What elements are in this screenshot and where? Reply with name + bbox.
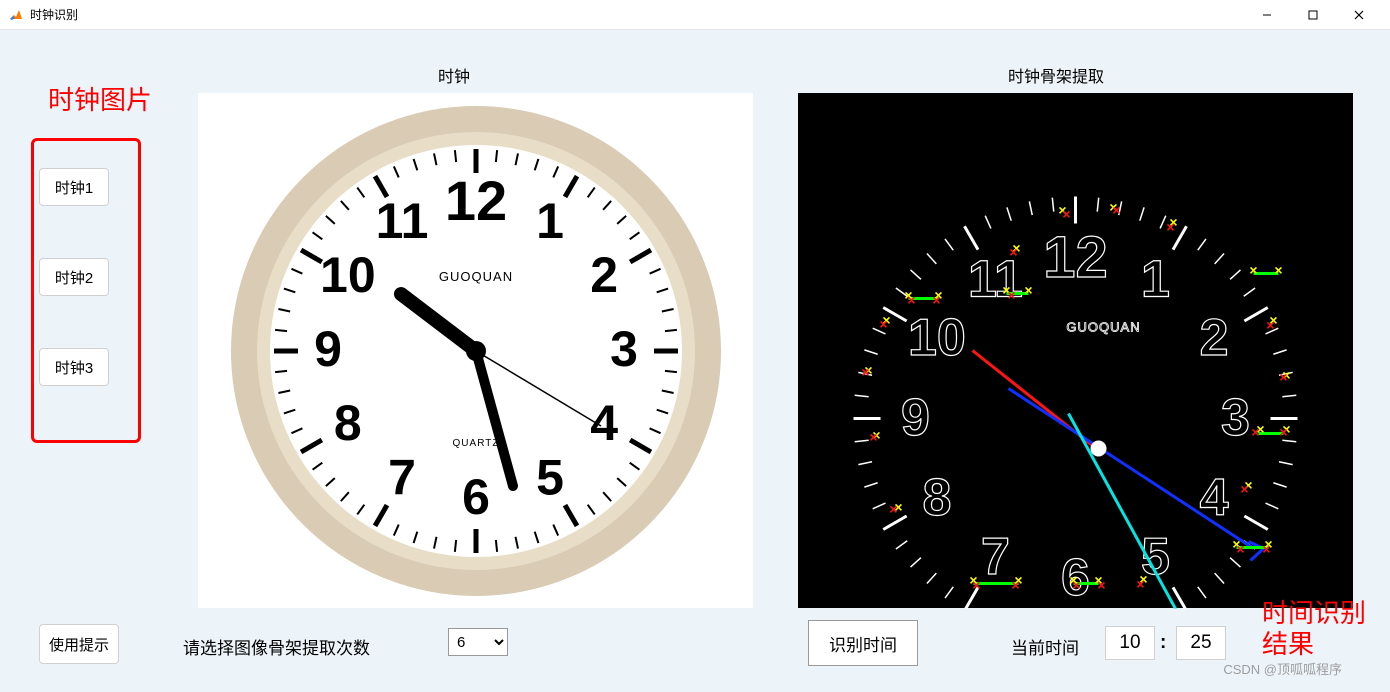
svg-text:10: 10 [320, 247, 376, 303]
svg-text:×: × [1236, 541, 1244, 557]
skeleton-image-panel: 121234567891011 GUOQUAN ××××××××××××××××… [798, 93, 1353, 608]
svg-text:1: 1 [1141, 250, 1170, 308]
svg-text:×: × [1024, 282, 1032, 298]
svg-text:12: 12 [1043, 224, 1108, 289]
svg-text:×: × [1136, 576, 1144, 592]
svg-text:×: × [1062, 206, 1070, 222]
watermark-text: CSDN @顶呱呱程序 [1223, 659, 1342, 678]
svg-text:×: × [1279, 369, 1287, 385]
svg-text:×: × [1249, 262, 1257, 278]
clock-subbrand: QUARTZ [452, 438, 499, 449]
svg-text:6: 6 [462, 469, 490, 525]
svg-text:3: 3 [610, 321, 638, 377]
window-controls [1244, 0, 1382, 30]
svg-text:7: 7 [981, 527, 1010, 585]
svg-text:5: 5 [536, 449, 564, 505]
clock3-button[interactable]: 时钟3 [39, 348, 109, 386]
recognize-time-button[interactable]: 识别时间 [808, 620, 918, 666]
content-area: 时钟图片 时钟1 时钟2 时钟3 时钟 时钟骨架提取 1212345678910… [0, 30, 1390, 692]
minimize-button[interactable] [1244, 0, 1290, 30]
svg-text:×: × [889, 501, 897, 517]
svg-text:×: × [907, 292, 915, 308]
svg-text:×: × [972, 577, 980, 593]
svg-text:2: 2 [1199, 309, 1228, 367]
clock-face-graphic: 12 12 3 45678 9 1011 GUOQUAN QUARTZ [231, 106, 721, 596]
svg-text:×: × [1072, 577, 1080, 593]
matlab-icon [8, 7, 24, 23]
pivot-point [1090, 440, 1106, 456]
svg-text:12: 12 [444, 168, 506, 231]
current-time-label: 当前时间 [1011, 634, 1079, 659]
clock-brand: GUOQUAN [438, 269, 512, 284]
extract-count-select[interactable]: 6 [448, 628, 508, 656]
svg-text:9: 9 [314, 321, 342, 377]
svg-text:7: 7 [388, 449, 416, 505]
svg-text:×: × [1007, 287, 1015, 303]
svg-text:×: × [869, 429, 877, 445]
clock-image-panel: 12 12 3 45678 9 1011 GUOQUAN QUARTZ [198, 93, 753, 608]
svg-text:×: × [1262, 541, 1270, 557]
svg-text:×: × [932, 292, 940, 308]
result-annotation: 时间识别结果 [1262, 598, 1372, 660]
svg-text:×: × [1011, 577, 1019, 593]
svg-text:×: × [1274, 262, 1282, 278]
svg-text:11: 11 [375, 193, 428, 249]
clock1-button[interactable]: 时钟1 [39, 168, 109, 206]
arrow-tip-icon [1248, 541, 1263, 560]
clock2-button[interactable]: 时钟2 [39, 258, 109, 296]
svg-text:9: 9 [901, 389, 930, 447]
svg-text:×: × [1009, 244, 1017, 260]
svg-text:3: 3 [1221, 389, 1250, 447]
svg-text:×: × [879, 316, 887, 332]
svg-text:10: 10 [908, 309, 966, 367]
skeleton-panel-title: 时钟骨架提取 [1008, 63, 1104, 87]
svg-text:×: × [1166, 219, 1174, 235]
maximize-button[interactable] [1290, 0, 1336, 30]
usage-tip-button[interactable]: 使用提示 [39, 624, 119, 664]
clock-panel-title: 时钟 [438, 63, 470, 87]
minute-output: 25 [1176, 626, 1226, 660]
svg-text:×: × [1279, 424, 1287, 440]
hour-output: 10 [1105, 626, 1155, 660]
svg-text:4: 4 [590, 395, 618, 451]
window-title: 时钟识别 [30, 6, 78, 23]
skeleton-brand: GUOQUAN [1066, 319, 1140, 334]
close-button[interactable] [1336, 0, 1382, 30]
titlebar: 时钟识别 [0, 0, 1390, 30]
svg-text:×: × [861, 364, 869, 380]
svg-text:1: 1 [536, 193, 564, 249]
svg-text:×: × [1097, 577, 1105, 593]
svg-text:×: × [1251, 424, 1259, 440]
app-window: 时钟识别 时钟图片 时钟1 时钟2 时钟3 时钟 时钟骨架提取 12123456 [0, 0, 1390, 692]
svg-text:4: 4 [1199, 469, 1228, 527]
extract-count-label: 请选择图像骨架提取次数 [183, 634, 370, 659]
svg-text:8: 8 [333, 395, 361, 451]
time-colon: : [1160, 632, 1166, 654]
svg-text:×: × [1112, 202, 1120, 218]
sidebar-heading: 时钟图片 [48, 80, 152, 117]
svg-text:2: 2 [590, 247, 618, 303]
svg-text:×: × [1266, 317, 1274, 333]
skeleton-graphic: 121234567891011 GUOQUAN ××××××××××××××××… [798, 93, 1353, 608]
svg-text:8: 8 [922, 469, 951, 527]
svg-text:×: × [1240, 481, 1248, 497]
